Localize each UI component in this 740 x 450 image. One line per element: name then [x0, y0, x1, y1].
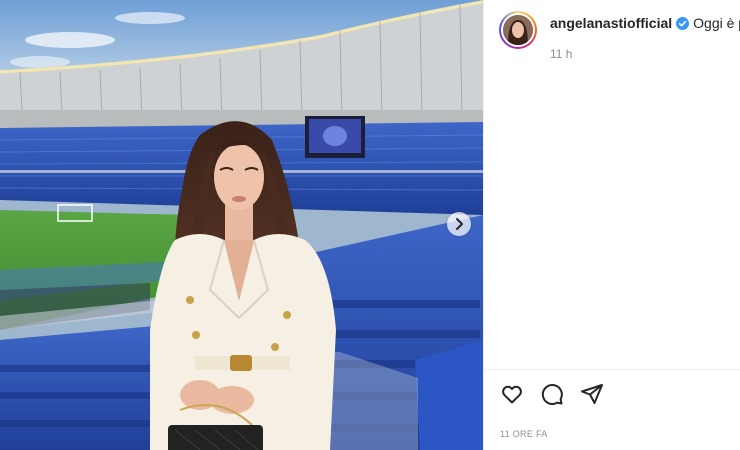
post-caption: angelanastiofficial Oggi è pi — [550, 14, 740, 32]
post-side-panel: angelanastiofficial Oggi è pi 11 h — [483, 0, 740, 450]
avatar-portrait — [503, 15, 533, 45]
like-button[interactable] — [500, 382, 524, 406]
caption-time-ago[interactable]: 11 h — [550, 47, 572, 61]
instagram-post-view: angelanastiofficial Oggi è pi 11 h — [0, 0, 740, 450]
share-button[interactable] — [580, 382, 604, 406]
avatar-image — [503, 15, 533, 45]
heart-icon — [502, 385, 522, 404]
post-photo[interactable] — [0, 0, 483, 450]
verified-badge-icon — [676, 17, 690, 30]
actions-divider — [484, 369, 740, 370]
share-icon — [581, 384, 603, 404]
username-link[interactable]: angelanastiofficial — [550, 15, 672, 31]
comment-button[interactable] — [540, 382, 564, 406]
stadium-photo-illustration — [0, 0, 483, 450]
next-photo-button[interactable] — [447, 212, 471, 236]
comment-icon — [541, 384, 563, 405]
chevron-right-icon — [456, 218, 463, 230]
caption-text: Oggi è pi — [693, 15, 740, 31]
post-date[interactable]: 11 ORE FA — [500, 429, 548, 440]
profile-avatar[interactable] — [499, 11, 537, 49]
